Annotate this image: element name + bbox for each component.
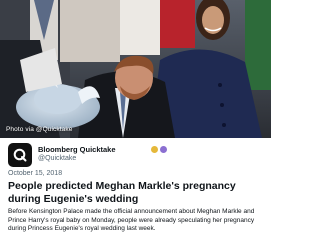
verified-badge-icon	[151, 146, 158, 153]
royal-wedding-photo	[0, 0, 271, 138]
post-description: Before Kensington Palace made the offici…	[8, 208, 255, 233]
post-date: October 15, 2018	[8, 170, 63, 177]
quicktake-logo-icon	[13, 148, 27, 162]
avatar[interactable]	[8, 143, 32, 167]
news-photo[interactable]: Photo via @Quicktake	[0, 0, 271, 138]
affiliate-badge-icon	[160, 146, 167, 153]
account-handle[interactable]: @Quicktake	[38, 155, 76, 162]
tweet-header: Bloomberg Quicktake @Quicktake	[0, 143, 271, 169]
post-headline[interactable]: People predicted Meghan Markle's pregnan…	[8, 180, 266, 205]
news-card[interactable]: Photo via @Quicktake Bloomberg Quicktake…	[0, 0, 271, 240]
photo-credit: Photo via @Quicktake	[6, 126, 73, 133]
account-name[interactable]: Bloomberg Quicktake	[38, 145, 116, 154]
